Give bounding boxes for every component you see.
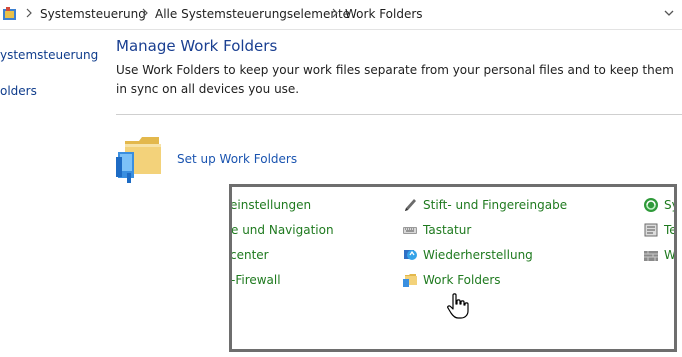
item-label: -Firewall [231,273,281,287]
item-label: einstellungen [230,198,312,212]
chevron-right-icon [26,8,32,18]
item-label: Work Folders [423,273,501,287]
firewall-icon [644,251,658,261]
sync-icon [644,198,658,212]
nav-link-folders[interactable]: olders [0,84,37,98]
chevron-down-icon[interactable] [664,10,674,18]
control-panel-items-overlay: einstellungen e und Navigation center -F… [229,184,677,352]
left-navigation: ystemsteuerung olders [0,29,100,357]
control-panel-icon [3,7,16,20]
item-label: Wiederherstellung [423,248,533,262]
item-label: Te [664,223,677,237]
hand-cursor-icon [447,293,469,319]
address-bar[interactable]: Systemsteuerung Alle Systemsteuerungsele… [0,0,682,30]
item-label: W [664,248,676,262]
work-folders-icon [403,274,417,287]
breadcrumb-work-folders[interactable]: Work Folders [345,7,423,21]
setup-work-folders-link[interactable]: Set up Work Folders [177,152,297,166]
recovery-icon [404,250,417,260]
work-folders-icon [116,137,161,183]
pen-icon [405,199,416,211]
breadcrumb-alle-elemente[interactable]: Alle Systemsteuerungselemente [155,7,350,21]
page-description: Use Work Folders to keep your work files… [116,63,674,96]
text-icon [644,223,658,237]
item-label: center [230,248,269,262]
item-label: Tastatur [423,223,472,237]
page-title: Manage Work Folders [116,37,278,55]
chevron-right-icon[interactable] [142,8,148,18]
item-label: Stift- und Fingereingabe [423,198,568,212]
keyboard-icon [403,227,417,234]
item-label: Sy [664,198,674,212]
breadcrumb-systemsteuerung[interactable]: Systemsteuerung [40,7,146,21]
chevron-right-icon[interactable] [332,8,338,18]
item-label: e und Navigation [231,223,334,237]
nav-link-systemsteuerung[interactable]: ystemsteuerung [0,48,98,62]
divider [116,114,682,115]
